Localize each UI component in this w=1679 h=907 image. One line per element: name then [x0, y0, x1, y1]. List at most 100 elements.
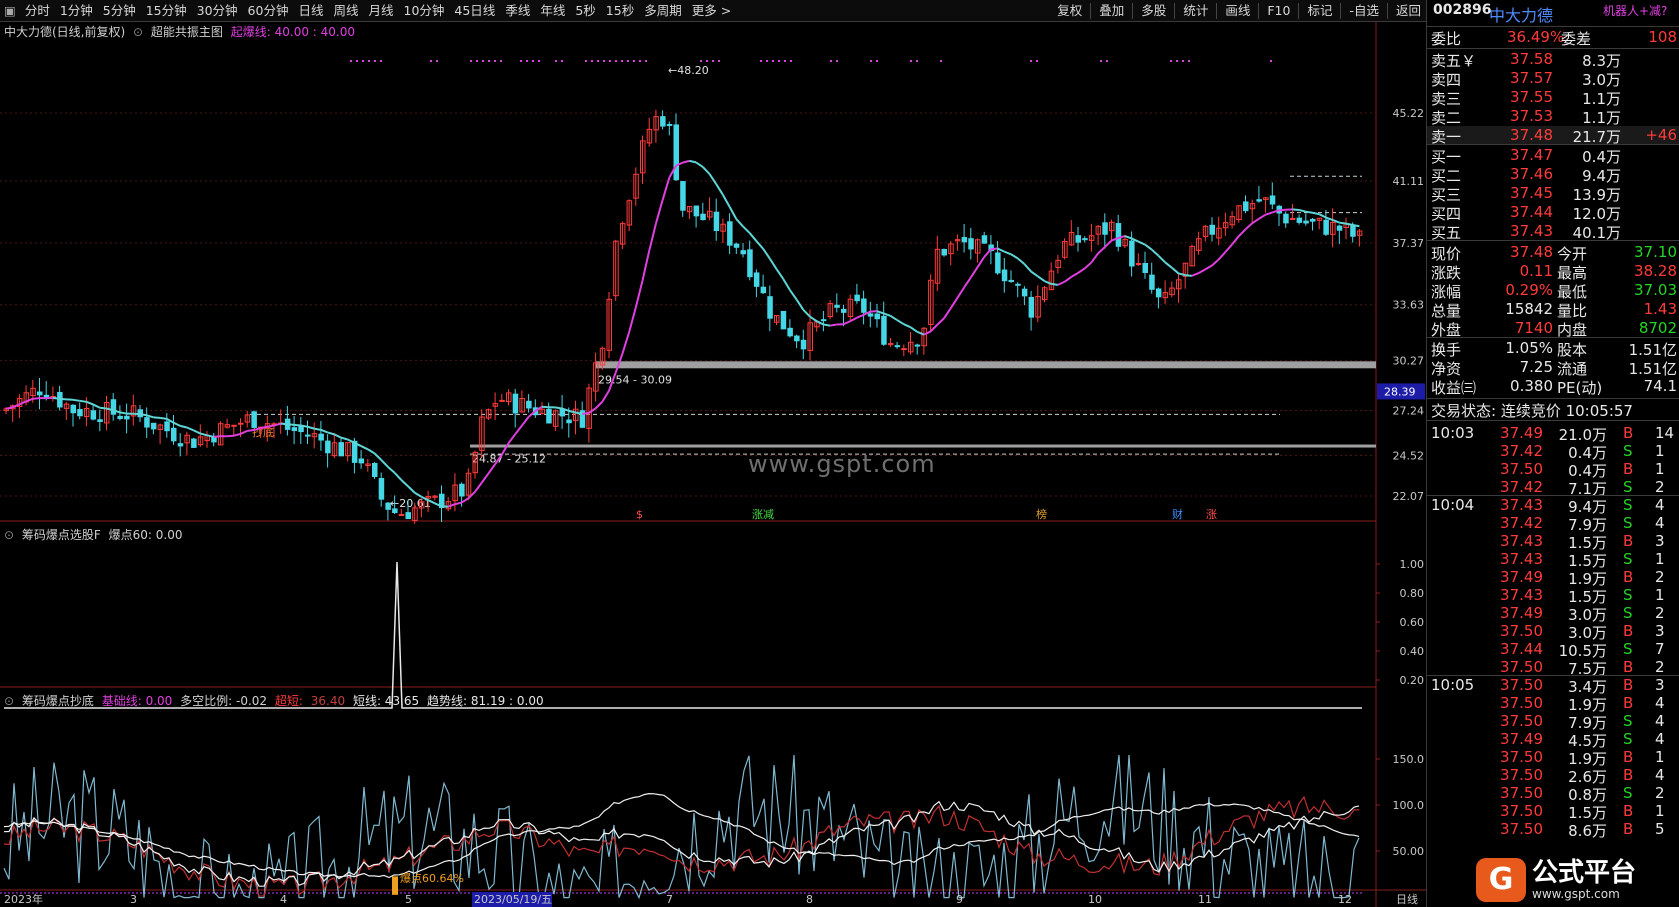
- period-daily[interactable]: 日线: [293, 0, 328, 22]
- ask-level-2[interactable]: 卖二 37.53 1.1万: [1427, 107, 1679, 127]
- bid-level-2[interactable]: 买二 37.46 9.4万: [1427, 165, 1679, 185]
- candle-body: [385, 502, 391, 510]
- panel2-title: ⊙ 筹码爆点选股F 爆点60: 0.00: [4, 526, 186, 543]
- collapse-icon[interactable]: ⊙: [4, 694, 14, 708]
- stat-row[interactable]: 现价 37.48 今开 37.10: [1427, 243, 1679, 263]
- chart-area[interactable]: 29.54 - 30.09 24.87 - 25.12 ←48.20 ←20.61 抄底…: [0, 22, 1426, 907]
- btn-stats[interactable]: 统计: [1178, 0, 1213, 22]
- period-quarterly[interactable]: 季线: [500, 0, 535, 22]
- stat-row[interactable]: 总量 15842 量比 1.43: [1427, 300, 1679, 320]
- period-more[interactable]: 更多 >: [687, 0, 736, 22]
- info-row[interactable]: 收益㈢ 0.380 PE(动) 74.1: [1427, 377, 1679, 397]
- robot-link[interactable]: 机器人+减?: [1603, 2, 1667, 19]
- tick-row[interactable]: 37.42 7.9万 S 4: [1427, 514, 1679, 534]
- stat-row[interactable]: 涨跌 0.11 最高 38.28: [1427, 262, 1679, 282]
- period-weekly[interactable]: 周线: [328, 0, 363, 22]
- tick-row[interactable]: 37.50 1.9万 B 4: [1427, 694, 1679, 714]
- ma-line-segment: [1037, 275, 1046, 282]
- ma-line-segment: [943, 307, 952, 319]
- period-15sec[interactable]: 15秒: [601, 0, 639, 22]
- candle-body: [144, 417, 150, 428]
- ask-level-1[interactable]: 卖一 37.48 21.7万 +46: [1427, 126, 1679, 146]
- candle-body: [546, 408, 552, 424]
- info-row[interactable]: 净资 7.25 流通 1.51亿: [1427, 358, 1679, 378]
- btn-draw[interactable]: 画线: [1220, 0, 1255, 22]
- candle-body: [1082, 238, 1088, 241]
- tick-row[interactable]: 37.43 1.5万 S 1: [1427, 550, 1679, 570]
- panel3-indicator-name[interactable]: 筹码爆点抄底: [22, 694, 94, 708]
- tick-row[interactable]: 37.50 1.5万 B 1: [1427, 802, 1679, 822]
- bid-level-4[interactable]: 买四 37.44 12.0万: [1427, 203, 1679, 223]
- tick-row[interactable]: 37.50 0.4万 B 1: [1427, 460, 1679, 480]
- ma-line-segment: [240, 429, 248, 435]
- period-1min[interactable]: 1分钟: [55, 0, 98, 22]
- period-15min[interactable]: 15分钟: [141, 0, 192, 22]
- candle-body: [305, 434, 311, 437]
- bid-level-5[interactable]: 买五 37.43 40.1万: [1427, 222, 1679, 242]
- high-label: ←48.20: [668, 64, 709, 77]
- collapse-icon[interactable]: ⊙: [4, 528, 14, 542]
- period-10min[interactable]: 10分钟: [399, 0, 450, 22]
- tick-row[interactable]: 10:04 37.43 9.4万 S 4: [1427, 496, 1679, 516]
- btn-watchlist[interactable]: -自选: [1344, 0, 1384, 22]
- period-30min[interactable]: 30分钟: [192, 0, 243, 22]
- ma-line-segment: [86, 400, 94, 406]
- candle-body: [1129, 240, 1135, 267]
- btn-overlay[interactable]: 叠加: [1094, 0, 1129, 22]
- bid-level-3[interactable]: 买三 37.45 13.9万: [1427, 184, 1679, 204]
- stat-row[interactable]: 涨幅 0.29% 最低 37.03: [1427, 281, 1679, 301]
- ma-line-segment: [233, 432, 241, 437]
- candle-body: [666, 123, 673, 126]
- period-fenshi[interactable]: 分时: [20, 0, 55, 22]
- period-monthly[interactable]: 月线: [363, 0, 398, 22]
- btn-back[interactable]: 返回: [1391, 0, 1426, 22]
- panel2-indicator-name[interactable]: 筹码爆点选股F: [22, 528, 101, 542]
- tick-row[interactable]: 37.49 4.5万 S 4: [1427, 730, 1679, 750]
- ma-line-segment: [628, 307, 637, 333]
- period-5min[interactable]: 5分钟: [98, 0, 141, 22]
- stock-name[interactable]: 中大力德: [1489, 2, 1553, 26]
- bao-point-line: [4, 561, 1362, 709]
- tick-row[interactable]: 10:03 37.49 21.0万 B 14: [1427, 424, 1679, 444]
- toolbar-menu-icon[interactable]: ▣: [0, 0, 20, 22]
- tick-row[interactable]: 37.50 7.9万 S 4: [1427, 712, 1679, 732]
- ask-level-4[interactable]: 卖四 37.57 3.0万: [1427, 69, 1679, 89]
- signal-dot: [585, 60, 587, 62]
- btn-fuquan[interactable]: 复权: [1052, 0, 1087, 22]
- candle-body: [1269, 195, 1276, 205]
- p2-tick: 1.00: [1400, 558, 1425, 571]
- period-multi[interactable]: 多周期: [639, 0, 687, 22]
- tick-row[interactable]: 37.50 1.9万 B 1: [1427, 748, 1679, 768]
- tick-row[interactable]: 37.50 2.6万 B 4: [1427, 766, 1679, 786]
- period-5sec[interactable]: 5秒: [570, 0, 600, 22]
- btn-multi-stock[interactable]: 多股: [1136, 0, 1171, 22]
- indicator-name[interactable]: 超能共振主图: [151, 25, 223, 39]
- tick-row[interactable]: 37.50 3.0万 B 3: [1427, 622, 1679, 642]
- tick-row[interactable]: 37.50 0.8万 S 2: [1427, 784, 1679, 804]
- tick-row[interactable]: 10:05 37.50 3.4万 B 3: [1427, 676, 1679, 696]
- ma-line-segment: [514, 425, 523, 435]
- btn-f10[interactable]: F10: [1262, 0, 1295, 22]
- tick-row[interactable]: 37.43 1.5万 S 1: [1427, 586, 1679, 606]
- ask-level-3[interactable]: 卖三 37.55 1.1万: [1427, 88, 1679, 108]
- ask-level-5[interactable]: 卖五￥ 37.58 8.3万: [1427, 50, 1679, 70]
- tick-row[interactable]: 37.42 0.4万 S 1: [1427, 442, 1679, 462]
- collapse-icon[interactable]: ⊙: [133, 25, 143, 39]
- period-45day[interactable]: 45日线: [449, 0, 500, 22]
- btn-mark[interactable]: 标记: [1302, 0, 1337, 22]
- ma-line-segment: [25, 397, 34, 403]
- ma-line-segment: [1305, 210, 1313, 214]
- tick-row[interactable]: 37.49 3.0万 S 2: [1427, 604, 1679, 624]
- period-60min[interactable]: 60分钟: [243, 0, 294, 22]
- tick-row[interactable]: 37.50 8.6万 B 5: [1427, 820, 1679, 840]
- tick-row[interactable]: 37.43 1.5万 B 3: [1427, 532, 1679, 552]
- kline-chart[interactable]: 29.54 - 30.0924.87 - 25.12←48.20←20.61抄底…: [0, 22, 1426, 907]
- period-yearly[interactable]: 年线: [535, 0, 570, 22]
- tick-row[interactable]: 37.49 1.9万 B 2: [1427, 568, 1679, 588]
- candle-body: [1350, 225, 1356, 237]
- info-row[interactable]: 换手 1.05% 股本 1.51亿: [1427, 339, 1679, 359]
- tick-row[interactable]: 37.44 10.5万 S 7: [1427, 640, 1679, 660]
- signal-dot: [368, 60, 370, 62]
- stat-row[interactable]: 外盘 7140 内盘 8702: [1427, 319, 1679, 339]
- bid-level-1[interactable]: 买一 37.47 0.4万: [1427, 146, 1679, 166]
